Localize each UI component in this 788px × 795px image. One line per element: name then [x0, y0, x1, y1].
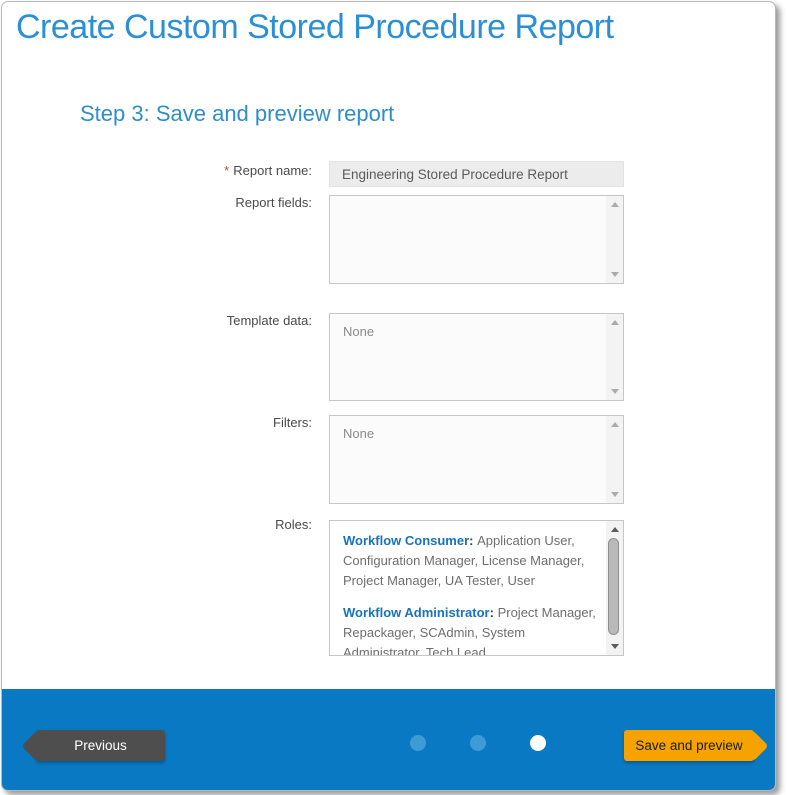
role-name: Workflow Consumer: [343, 533, 469, 548]
filters-scrollbar[interactable]: [606, 416, 623, 503]
roles-list: Workflow Consumer: Application User, Con…: [330, 521, 606, 656]
scroll-down-icon[interactable]: [611, 272, 619, 277]
template-data-label: Template data:: [2, 313, 312, 328]
step-dot-2: [470, 735, 486, 751]
filters-value: None: [330, 416, 606, 441]
template-data-scrollbar[interactable]: [606, 314, 623, 400]
wizard-footer: Previous Save and preview: [2, 689, 775, 790]
step-dot-1: [410, 735, 426, 751]
scrollbar-thumb[interactable]: [608, 538, 619, 635]
scroll-up-icon[interactable]: [611, 320, 619, 325]
scroll-down-icon[interactable]: [611, 644, 619, 649]
report-fields-box[interactable]: [329, 195, 624, 284]
report-fields-label: Report fields:: [2, 195, 312, 210]
step-dot-3-active: [530, 735, 546, 751]
template-data-box[interactable]: None: [329, 313, 624, 401]
report-name-input[interactable]: [329, 161, 624, 187]
arrow-left-icon: [21, 730, 52, 761]
previous-button[interactable]: Previous: [36, 730, 165, 761]
wizard-window: Create Custom Stored Procedure Report St…: [1, 1, 776, 791]
scroll-up-icon[interactable]: [611, 527, 619, 532]
filters-box[interactable]: None: [329, 415, 624, 504]
role-name: Workflow Administrator: [343, 605, 490, 620]
roles-box[interactable]: Workflow Consumer: Application User, Con…: [329, 520, 624, 656]
scroll-down-icon[interactable]: [611, 492, 619, 497]
role-entry: Workflow Administrator: Project Manager,…: [343, 603, 600, 656]
scroll-up-icon[interactable]: [611, 202, 619, 207]
role-entry: Workflow Consumer: Application User, Con…: [343, 531, 600, 591]
scroll-up-icon[interactable]: [611, 422, 619, 427]
report-fields-content: [330, 196, 606, 283]
step-heading: Step 3: Save and preview report: [80, 101, 394, 127]
report-name-label: *Report name:: [2, 163, 312, 178]
roles-label: Roles:: [2, 517, 312, 532]
filters-label: Filters:: [2, 415, 312, 430]
report-fields-scrollbar[interactable]: [606, 196, 623, 283]
roles-scrollbar[interactable]: [606, 521, 623, 655]
template-data-value: None: [330, 314, 606, 339]
scroll-down-icon[interactable]: [611, 389, 619, 394]
page-title: Create Custom Stored Procedure Report: [16, 8, 614, 47]
required-marker: *: [224, 163, 229, 178]
save-and-preview-button[interactable]: Save and preview: [624, 730, 754, 761]
step-indicator: [410, 735, 546, 751]
